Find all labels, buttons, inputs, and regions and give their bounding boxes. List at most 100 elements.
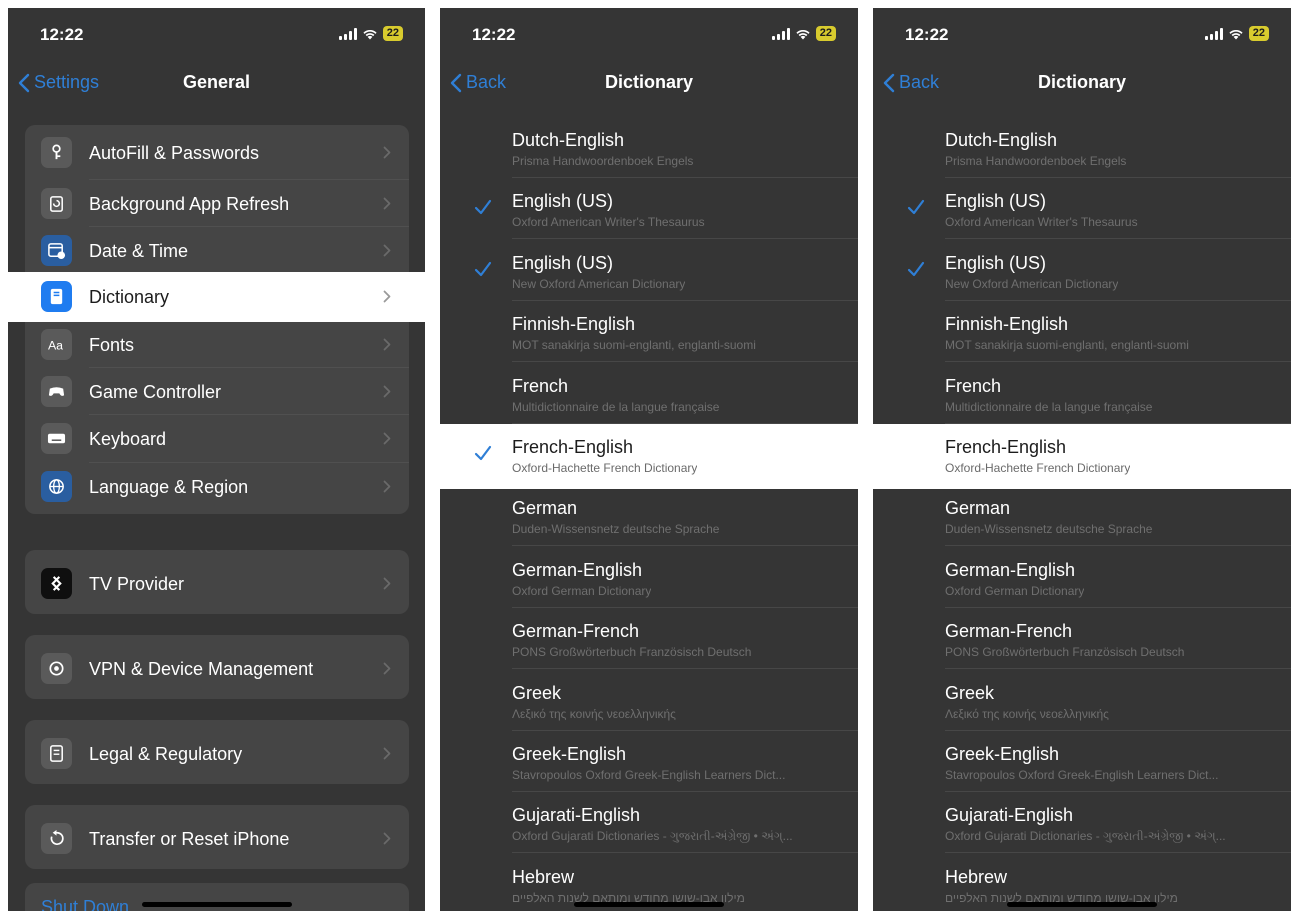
dictionary-name: Gujarati-English xyxy=(945,805,1074,826)
dictionary-item-english-us[interactable]: English (US) New Oxford American Dictiona… xyxy=(873,240,1291,301)
settings-row-autofill-passwords[interactable]: AutoFill & Passwords xyxy=(25,129,409,176)
wifi-icon xyxy=(1229,29,1243,39)
dictionary-source: Λεξικό της κοινής νεοελληνικής xyxy=(512,706,676,721)
settings-row-fonts[interactable]: Aa Fonts xyxy=(25,321,409,368)
settings-row-label: Legal & Regulatory xyxy=(89,744,243,764)
dictionary-source: Oxford-Hachette French Dictionary xyxy=(512,461,698,475)
dictionary-source: Multidictionnaire de la langue française xyxy=(512,399,720,414)
wifi-icon xyxy=(796,29,810,39)
settings-row-label: Background App Refresh xyxy=(89,194,290,214)
settings-row-label: Language & Region xyxy=(89,477,249,497)
dictionary-source: Stavropoulos Oxford Greek-English Learne… xyxy=(512,768,786,782)
dictionary-source: Duden-Wissensnetz deutsche Sprache xyxy=(945,522,1153,537)
dictionary-item-finnish-english[interactable]: Finnish-English MOT sanakirja suomi-engla… xyxy=(440,301,858,363)
dictionary-source: Oxford Gujarati Dictionaries - ગુજરાતી-અ… xyxy=(945,829,1226,844)
settings-group: VPN & Device Management xyxy=(25,635,409,699)
dictionary-item-french[interactable]: French Multidictionnaire de la langue fra… xyxy=(873,363,1291,424)
dictionary-source: Oxford American Writer's Thesaurus xyxy=(945,215,1138,230)
dictionary-source: Duden-Wissensnetz deutsche Sprache xyxy=(512,522,720,537)
dictionary-item-french[interactable]: French Multidictionnaire de la langue fra… xyxy=(440,363,858,424)
globe-icon xyxy=(41,471,72,502)
chevron-right-icon xyxy=(383,747,391,760)
dictionary-name: German xyxy=(512,498,578,519)
home-indicator[interactable] xyxy=(142,902,292,907)
dictionary-item-gujarati-english[interactable]: Gujarati-English Oxford Gujarati Dictiona… xyxy=(440,792,858,854)
checkmark-icon xyxy=(907,261,925,276)
status-bar: 12:22 22 xyxy=(440,8,858,62)
gamepad-icon xyxy=(41,376,72,407)
chevron-right-icon xyxy=(383,577,391,590)
status-time: 12:22 xyxy=(40,25,84,44)
dictionary-item-french-english[interactable]: French-English Oxford-Hachette French Dic… xyxy=(440,424,858,489)
dictionary-item-german[interactable]: German Duden-Wissensnetz deutsche Sprache xyxy=(440,485,858,547)
settings-row-label: Transfer or Reset iPhone xyxy=(89,829,290,849)
battery-indicator: 22 xyxy=(815,26,836,41)
dictionary-source: Prisma Handwoordenboek Engels xyxy=(945,154,1127,168)
dictionary-name: Greek xyxy=(945,682,995,703)
dictionary-item-english-us[interactable]: English (US) New Oxford American Dictiona… xyxy=(440,240,858,301)
chevron-right-icon xyxy=(383,197,391,210)
keyboard-icon xyxy=(41,423,72,454)
status-bar: 12:22 22 xyxy=(873,8,1291,62)
dictionary-item-finnish-english[interactable]: Finnish-English MOT sanakirja suomi-engla… xyxy=(873,301,1291,363)
settings-row-tv-provider[interactable]: TV Provider xyxy=(25,560,409,607)
cellular-signal-icon xyxy=(1204,27,1223,40)
dictionary-name: French-English xyxy=(945,437,1067,457)
dictionary-item-dutch-english[interactable]: Dutch-English Prisma Handwoordenboek Enge… xyxy=(873,117,1291,178)
dictionary-name: Greek-English xyxy=(512,744,627,764)
chevron-right-icon xyxy=(383,338,391,351)
settings-row-language-region[interactable]: Language & Region xyxy=(25,463,409,510)
home-indicator[interactable] xyxy=(1007,902,1157,907)
dictionary-name: German-English xyxy=(512,559,643,580)
shut-down-button[interactable]: Shut Down xyxy=(41,897,129,911)
dictionary-item-greek-english[interactable]: Greek-English Stavropoulos Oxford Greek-E… xyxy=(873,731,1291,792)
dictionary-item-greek[interactable]: Greek Λεξικό της κοινής νεοελληνικής xyxy=(440,670,858,731)
dictionary-item-dutch-english[interactable]: Dutch-English Prisma Handwoordenboek Enge… xyxy=(440,117,858,178)
dictionary-source: MOT sanakirja suomi-englanti, englanti-s… xyxy=(512,338,756,353)
nav-bar: Settings General xyxy=(8,62,425,108)
dictionary-source: Multidictionnaire de la langue française xyxy=(945,399,1153,414)
settings-row-label: VPN & Device Management xyxy=(89,659,314,679)
phone-dictionary-screen-checked: 12:22 22 Back Dictionary Dutch-English Pr… xyxy=(440,8,858,911)
status-time: 12:22 xyxy=(472,25,516,44)
settings-row-dictionary-highlighted[interactable]: Dictionary xyxy=(8,272,425,322)
dictionary-item-german-english[interactable]: German-English Oxford German Dictionary xyxy=(873,547,1291,608)
dictionary-item-french-english[interactable]: French-English Oxford-Hachette French Dic… xyxy=(873,424,1291,489)
settings-row-vpn-device-management[interactable]: VPN & Device Management xyxy=(25,645,409,692)
phone-dictionary-screen-unchecked: 12:22 22 Back Dictionary Dutch-English Pr… xyxy=(873,8,1291,911)
dictionary-source: Oxford German Dictionary xyxy=(512,583,652,598)
settings-row-background-app-refresh[interactable]: Background App Refresh xyxy=(25,180,409,227)
dictionary-item-gujarati-english[interactable]: Gujarati-English Oxford Gujarati Dictiona… xyxy=(873,792,1291,854)
settings-group: Transfer or Reset iPhone xyxy=(25,805,409,869)
reset-icon xyxy=(41,823,72,854)
dictionary-item-german-french[interactable]: German-French PONS Großwörterbuch Französ… xyxy=(440,608,858,670)
settings-row-date-time[interactable]: Date & Time xyxy=(25,227,409,274)
dictionary-source: Λεξικό της κοινής νεοελληνικής xyxy=(945,706,1109,721)
dictionary-item-greek-english[interactable]: Greek-English Stavropoulos Oxford Greek-E… xyxy=(440,731,858,792)
settings-row-transfer-or-reset-iphone[interactable]: Transfer or Reset iPhone xyxy=(25,815,409,862)
dictionary-item-english-us[interactable]: English (US) Oxford American Writer's The… xyxy=(873,178,1291,240)
dictionary-source: New Oxford American Dictionary xyxy=(512,276,686,291)
settings-row-legal-regulatory[interactable]: Legal & Regulatory xyxy=(25,730,409,777)
dictionary-item-german-french[interactable]: German-French PONS Großwörterbuch Französ… xyxy=(873,608,1291,670)
nav-bar: Back Dictionary xyxy=(873,62,1291,108)
dictionary-source: New Oxford American Dictionary xyxy=(945,276,1119,291)
cellular-signal-icon xyxy=(338,27,357,40)
dictionary-item-greek[interactable]: Greek Λεξικό της κοινής νεοελληνικής xyxy=(873,670,1291,731)
dictionary-source: PONS Großwörterbuch Französisch Deutsch xyxy=(945,645,1185,660)
home-indicator[interactable] xyxy=(574,902,724,907)
settings-row-label: Dictionary xyxy=(89,287,170,307)
chevron-right-icon xyxy=(383,290,391,303)
settings-row-keyboard[interactable]: Keyboard xyxy=(25,415,409,462)
dictionary-name: German-French xyxy=(945,621,1073,642)
battery-indicator: 22 xyxy=(1248,26,1269,41)
status-bar: 12:22 22 xyxy=(8,8,425,62)
dictionary-item-german-english[interactable]: German-English Oxford German Dictionary xyxy=(440,547,858,608)
settings-row-game-controller[interactable]: Game Controller xyxy=(25,368,409,415)
dictionary-name: Gujarati-English xyxy=(512,805,641,826)
dictionary-name: Dutch-English xyxy=(945,130,1058,150)
dictionary-source: Oxford-Hachette French Dictionary xyxy=(945,461,1131,475)
checkmark-icon xyxy=(474,445,492,461)
dictionary-item-english-us[interactable]: English (US) Oxford American Writer's The… xyxy=(440,178,858,240)
dictionary-item-german[interactable]: German Duden-Wissensnetz deutsche Sprache xyxy=(873,485,1291,547)
